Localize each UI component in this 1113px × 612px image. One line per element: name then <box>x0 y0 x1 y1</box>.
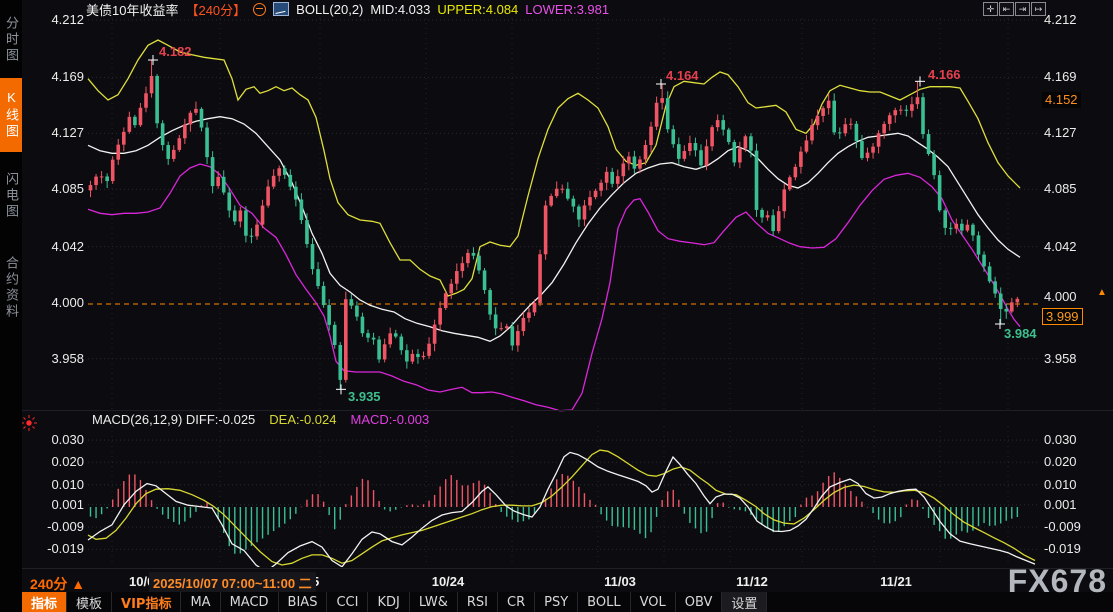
macd-diff-value: MACD(26,12,9) DIFF:-0.025 <box>92 412 255 427</box>
panel-divider <box>22 410 1113 411</box>
instrument-title: 美债10年收益率 <box>86 0 178 19</box>
chart-tool-buttons: ✛⇤⇥↦ <box>983 2 1046 16</box>
toolbar-item-6[interactable]: BIAS <box>279 592 328 612</box>
price-annotation: 4.182 <box>159 44 192 59</box>
price-axis-label-left: 4.212 <box>24 12 84 27</box>
sidebar-tab-2[interactable]: K线图 <box>0 78 22 152</box>
macd-axis-label-left: 0.001 <box>24 497 84 512</box>
sidebar-tab-3[interactable]: 闪电图 <box>0 160 22 232</box>
price-axis-label-left: 4.085 <box>24 181 84 196</box>
macd-axis-label-left: 0.010 <box>24 477 84 492</box>
toolbar-item-14[interactable]: VOL <box>631 592 676 612</box>
sidebar-tab-1[interactable]: 分时图 <box>0 4 22 76</box>
toolbar-item-10[interactable]: RSI <box>458 592 498 612</box>
app-window: 分时图K线图闪电图合约资料 4.1824.1644.1663.9353.984 … <box>0 0 1113 612</box>
macd-axis-label-left: -0.019 <box>24 541 84 556</box>
price-axis-label-right: 4.000 <box>1044 289 1077 304</box>
brand-watermark: FX678 <box>1008 563 1107 600</box>
dea-line <box>88 450 1035 565</box>
macd-dea-value: DEA:-0.024 <box>269 412 336 427</box>
boll-mid-line <box>88 117 1020 342</box>
boll-mid-value: MID:4.033 <box>370 2 430 17</box>
time-axis-label: 11/21 <box>880 574 912 589</box>
price-annotation: 3.984 <box>1004 326 1037 341</box>
macd-hist-value: MACD:-0.003 <box>350 412 429 427</box>
toolbar-item-16[interactable]: 设置 <box>722 592 767 612</box>
price-axis-label-left: 4.042 <box>24 239 84 254</box>
time-axis-label: 11/12 <box>736 574 768 589</box>
boll-upper-line <box>88 40 1020 296</box>
time-axis-label: 10/24 <box>432 574 465 589</box>
price-axis-label-left: 3.958 <box>24 351 84 366</box>
price-annotation: 4.164 <box>666 68 699 83</box>
macd-axis-label-left: 0.020 <box>24 454 84 469</box>
pan-icon[interactable]: ✛ <box>983 2 998 16</box>
price-axis-label-left: 4.169 <box>24 69 84 84</box>
chart-canvas[interactable]: 4.182 4.164 4.166 3.935 3.984 <box>0 0 1113 612</box>
indicator-toolbar: 指标模板VIP指标MAMACDBIASCCIKDJLW&RSICRPSYBOLL… <box>22 592 1113 612</box>
toolbar-item-4[interactable]: MA <box>181 592 220 612</box>
crosshair-date-tooltip: 2025/10/07 07:00~11:00 二 <box>149 572 316 593</box>
time-axis: 240分 ▲ 10/0510/2411/0311/1211/21 2025/10… <box>22 569 1113 592</box>
axis-expand-icon[interactable]: ↦ <box>1031 2 1046 16</box>
candlesticks <box>89 60 1019 389</box>
price-axis-label-right: 4.127 <box>1044 125 1077 140</box>
macd-axis-label-left: -0.009 <box>24 519 84 534</box>
macd-axis-label-right: 0.030 <box>1044 432 1077 447</box>
toolbar-item-2[interactable]: 模板 <box>67 592 112 612</box>
macd-axis-label-right: 0.001 <box>1044 497 1077 512</box>
macd-axis-label-left: 0.030 <box>24 432 84 447</box>
macd-axis-label-right: -0.009 <box>1044 519 1081 534</box>
boll-label: BOLL(20,2) <box>296 2 363 17</box>
price-axis-label-right: 4.042 <box>1044 239 1077 254</box>
bollinger-bands <box>88 40 1020 411</box>
toolbar-item-9[interactable]: LW& <box>410 592 458 612</box>
macd-axis-label-right: 0.020 <box>1044 454 1077 469</box>
axis-compress-right-icon[interactable]: ⇥ <box>1015 2 1030 16</box>
toolbar-item-3[interactable]: VIP指标 <box>112 592 181 612</box>
toolbar-item-7[interactable]: CCI <box>327 592 368 612</box>
toolbar-item-8[interactable]: KDJ <box>368 592 409 612</box>
price-axis-label-right: 4.212 <box>1044 12 1077 27</box>
price-axis-label-right: 4.085 <box>1044 181 1077 196</box>
price-axis-label-left: 4.000 <box>24 295 84 310</box>
time-axis-label: 11/03 <box>604 574 636 589</box>
collapse-indicator-icon[interactable] <box>253 3 266 16</box>
macd-axis-label-right: -0.019 <box>1044 541 1081 556</box>
price-up-arrow-icon: ▲ <box>1097 287 1107 298</box>
grid-lines <box>88 18 1040 566</box>
current-price-badge: 3.999 <box>1042 308 1083 325</box>
toolbar-item-1[interactable]: 指标 <box>22 592 67 612</box>
price-annotation: 4.166 <box>928 67 961 82</box>
period-selector[interactable]: 240分 ▲ <box>30 574 85 594</box>
toolbar-item-15[interactable]: OBV <box>676 592 723 612</box>
boll-lower-value: LOWER:3.981 <box>525 2 609 17</box>
toolbar-item-5[interactable]: MACD <box>221 592 279 612</box>
toolbar-item-13[interactable]: BOLL <box>578 592 630 612</box>
price-axis-label-left: 4.127 <box>24 125 84 140</box>
mini-chart-icon[interactable] <box>273 2 289 16</box>
toolbar-item-11[interactable]: CR <box>498 592 535 612</box>
macd-axis-label-right: 0.010 <box>1044 477 1077 492</box>
macd-header: MACD(26,12,9) DIFF:-0.025 DEA:-0.024 MAC… <box>92 412 429 427</box>
boll-upper-value: UPPER:4.084 <box>437 2 518 17</box>
price-axis-label-right: 4.169 <box>1044 69 1077 84</box>
price-axis-label-right: 3.958 <box>1044 351 1077 366</box>
price-annotation: 3.935 <box>348 389 381 404</box>
macd-panel <box>88 450 1035 572</box>
dif-line <box>88 452 1035 571</box>
marked-price-badge: 4.152 <box>1042 92 1081 108</box>
sidebar-tab-4[interactable]: 合约资料 <box>0 240 22 336</box>
toolbar-item-12[interactable]: PSY <box>535 592 578 612</box>
period-tag: 【240分】 <box>185 0 246 19</box>
chart-header: 美债10年收益率 【240分】 BOLL(20,2) MID:4.033 UPP… <box>86 1 609 17</box>
left-sidebar: 分时图K线图闪电图合约资料 <box>0 0 22 612</box>
axis-compress-left-icon[interactable]: ⇤ <box>999 2 1014 16</box>
indicator-marker-icon[interactable] <box>20 414 38 432</box>
